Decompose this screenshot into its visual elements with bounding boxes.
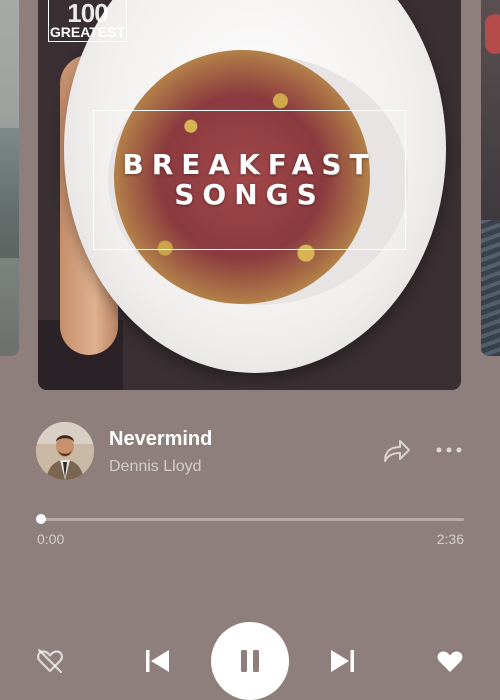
heart-icon	[437, 651, 463, 672]
more-options-button[interactable]	[434, 438, 464, 462]
album-cover[interactable]: 100 GREATEST BREAKFAST SONGS	[38, 0, 461, 390]
album-title-box: BREAKFAST SONGS	[93, 110, 406, 250]
album-title-line1: BREAKFAST	[122, 148, 377, 181]
track-artist[interactable]: Dennis Lloyd	[109, 458, 202, 476]
progress-bar[interactable]	[39, 518, 464, 521]
elapsed-time: 0:00	[37, 531, 65, 547]
heart-crossed-icon	[37, 648, 63, 674]
more-icon	[436, 447, 462, 453]
dislike-button[interactable]	[35, 646, 65, 676]
like-button[interactable]	[435, 646, 465, 676]
progress-knob[interactable]	[36, 514, 46, 524]
track-title: Nevermind	[109, 428, 213, 450]
next-cover-peek[interactable]	[481, 0, 500, 356]
previous-icon	[146, 650, 169, 672]
previous-button[interactable]	[142, 645, 174, 677]
artist-avatar[interactable]	[36, 422, 94, 480]
pause-button[interactable]	[211, 622, 289, 700]
album-logo-text: GREATEST	[49, 24, 126, 40]
pause-icon	[241, 650, 259, 672]
album-title-line2: SONGS	[174, 178, 325, 211]
next-icon	[331, 650, 354, 672]
share-icon	[384, 440, 410, 462]
previous-cover-peek[interactable]	[0, 0, 19, 356]
share-button[interactable]	[381, 437, 411, 465]
next-button[interactable]	[326, 645, 358, 677]
total-time: 2:36	[436, 531, 464, 547]
album-logo: 100 GREATEST	[48, 0, 127, 42]
album-logo-number: 100	[67, 0, 108, 28]
